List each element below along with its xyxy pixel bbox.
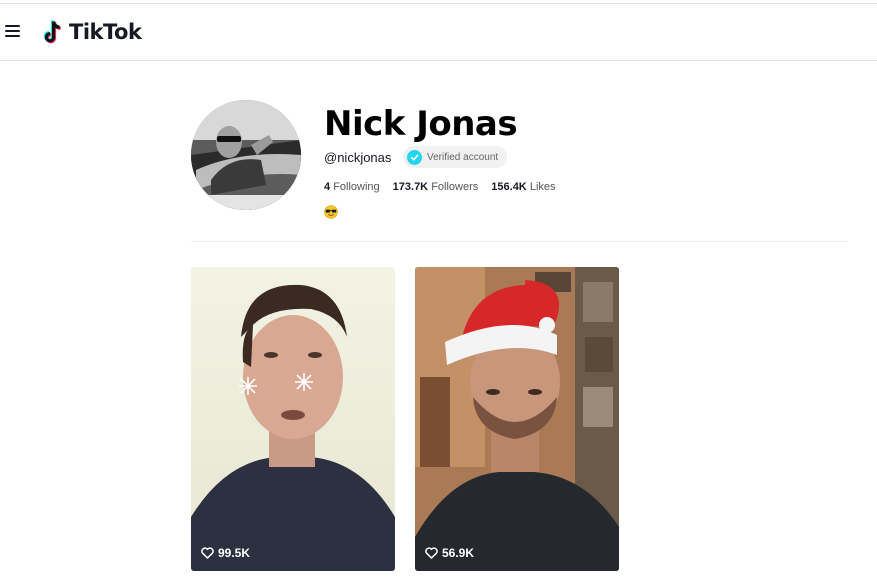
followers-count: 173.7K <box>392 181 429 193</box>
verified-label: Verified account <box>427 151 499 163</box>
profile-name: Nick Jonas <box>324 104 518 144</box>
heart-icon <box>201 547 214 559</box>
logo-text: TikTok <box>69 20 142 44</box>
following-count: 4 <box>324 181 331 193</box>
followers-label: Followers <box>431 181 479 193</box>
likes-label: Likes <box>529 181 556 193</box>
following-label: Following <box>333 181 380 193</box>
section-divider <box>191 241 847 242</box>
tiktok-note-icon <box>44 20 61 44</box>
video-likes: 56.9K <box>425 546 474 560</box>
verified-badge: Verified account <box>403 146 508 168</box>
tiktok-logo[interactable]: TikTok <box>44 17 142 47</box>
top-header: TikTok <box>0 4 877 61</box>
video-thumbnail <box>415 267 619 571</box>
video-likes-count: 99.5K <box>218 546 251 560</box>
heart-icon <box>425 547 438 559</box>
followers-stat[interactable]: 173.7K Followers <box>393 181 479 193</box>
profile-handle: @nickjonas <box>324 150 392 165</box>
likes-stat: 156.4K Likes <box>491 181 555 193</box>
following-stat[interactable]: 4 Following <box>324 181 380 193</box>
profile-header: Nick Jonas @nickjonas Verified account 4… <box>191 100 847 220</box>
hamburger-menu-icon[interactable] <box>5 25 20 38</box>
avatar-photo <box>191 100 301 210</box>
profile-avatar[interactable] <box>191 100 301 210</box>
video-likes: 99.5K <box>201 546 250 560</box>
video-card[interactable]: 56.9K <box>415 267 619 571</box>
profile-stats: 4 Following 173.7K Followers 156.4K Like… <box>324 181 556 193</box>
checkmark-icon <box>407 149 422 165</box>
video-likes-count: 56.9K <box>442 546 475 560</box>
video-card[interactable]: 99.5K <box>191 267 395 571</box>
video-thumbnail <box>191 267 395 571</box>
sunglasses-emoji-icon <box>324 205 338 219</box>
likes-count: 156.4K <box>491 181 527 193</box>
